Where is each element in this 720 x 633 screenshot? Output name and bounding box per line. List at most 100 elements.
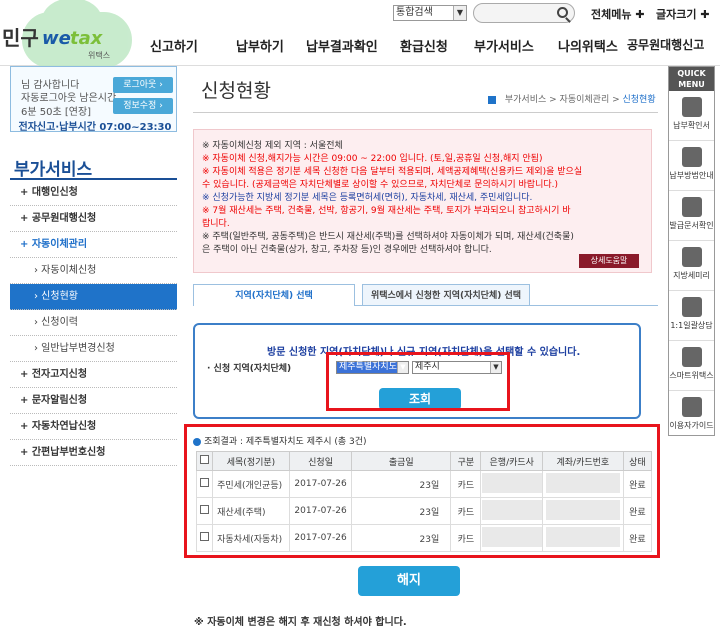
cell-bank bbox=[480, 470, 544, 498]
top-header: 민구 we tax 위택스 통합검색 ▼ 전체메뉴 ✚ 글자크기 ✚ 신고하기 … bbox=[0, 0, 720, 68]
cancel-button[interactable]: 해지 bbox=[358, 566, 460, 596]
masked-account bbox=[545, 499, 620, 520]
sidebar-item-sms[interactable]: + 문자알림신청 bbox=[10, 388, 177, 414]
tab-divider bbox=[355, 305, 658, 306]
table-row: 재산세(주택) 2017-07-26 23일 카드 완료 bbox=[195, 497, 653, 525]
tab-applied-region[interactable]: 위택스에서 신청한 지역(자치단체) 선택 bbox=[362, 284, 530, 306]
sidebar-item-general-change[interactable]: › 일반납부변경신청 bbox=[10, 336, 177, 362]
edit-info-button[interactable]: 정보수정 › bbox=[113, 98, 173, 114]
breadcrumb-item[interactable]: 부가서비스 bbox=[505, 95, 546, 105]
sidebar-item-easy-pay-number[interactable]: + 간편납부번호신청 bbox=[10, 440, 177, 466]
table-header-row: 세목(정기분) 신청일 출금일 구분 은행/카드사 계좌/카드번호 상태 bbox=[195, 451, 653, 471]
quick-item-pay-guide[interactable]: 납부방법안내 bbox=[669, 141, 714, 191]
auto-logout-label: 자동로그아웃 남은시간 bbox=[21, 93, 117, 104]
cell-bank bbox=[480, 497, 544, 525]
sidebar-item-official-proxy[interactable]: + 공무원대행신청 bbox=[10, 206, 177, 232]
nav-pay[interactable]: 납부하기 bbox=[236, 36, 284, 55]
table-row: 주민세(개인균등) 2017-07-26 23일 카드 완료 bbox=[195, 470, 653, 498]
quick-item-doc-check[interactable]: 발급문서확인 bbox=[669, 191, 714, 241]
quick-item-consult[interactable]: 1:1일괄상담 bbox=[669, 291, 714, 341]
nav-my-wetax[interactable]: 나의위택스 bbox=[558, 36, 618, 55]
sidebar-item-car-annual[interactable]: + 자동차연납신청 bbox=[10, 414, 177, 440]
quick-item-smart[interactable]: 스마트위택스 bbox=[669, 341, 714, 391]
nav-pay-result[interactable]: 납부결과확인 bbox=[306, 36, 378, 55]
search-input[interactable] bbox=[473, 3, 575, 23]
cell-day: 23일 bbox=[419, 534, 440, 545]
cell-type: 카드 bbox=[450, 497, 482, 525]
col-account: 계좌/카드번호 bbox=[542, 451, 624, 471]
certificate-icon bbox=[681, 197, 702, 217]
cell-account bbox=[542, 497, 624, 525]
nav-report[interactable]: 신고하기 bbox=[150, 36, 198, 55]
sidebar-title: 부가서비스 bbox=[14, 160, 93, 180]
tab-region-select[interactable]: 지역(자치단체) 선택 bbox=[193, 284, 355, 306]
sidebar-item-auto-transfer-apply[interactable]: › 자동이체신청 bbox=[10, 258, 177, 284]
col-bank: 은행/카드사 bbox=[480, 451, 544, 471]
notice-line: ※ 신청가능한 지방세 정기분 세목은 등록면허세(면허), 자동차세, 재산세… bbox=[202, 193, 533, 203]
cell-tax: 재산세(주택) bbox=[212, 497, 290, 525]
logo-subtitle: 위택스 bbox=[88, 51, 111, 60]
cell-status: 완료 bbox=[622, 524, 653, 552]
region-select-label: · 신청 지역(자치단체) bbox=[207, 364, 292, 374]
notice-line: 수 있습니다. (공제금액은 자치단체별로 상이할 수 있으므로, 자치단체로 … bbox=[202, 180, 558, 190]
col-apply-date: 신청일 bbox=[288, 451, 353, 471]
row-checkbox[interactable] bbox=[200, 505, 210, 514]
col-check[interactable] bbox=[195, 451, 214, 471]
result-table: 세목(정기분) 신청일 출금일 구분 은행/카드사 계좌/카드번호 상태 주민세… bbox=[195, 451, 653, 552]
book-icon bbox=[681, 397, 702, 417]
cell-day: 23일 bbox=[419, 507, 440, 518]
sidebar-item-e-notice[interactable]: + 전자고지신청 bbox=[10, 362, 177, 388]
quick-item-preview[interactable]: 지방세미리 bbox=[669, 241, 714, 291]
nav-refund[interactable]: 환급신청 bbox=[400, 36, 448, 55]
page-title: 신청현황 bbox=[201, 80, 271, 102]
home-icon[interactable] bbox=[488, 95, 496, 104]
bottom-note: ※ 자동이체 변경은 해지 후 재신청 하셔야 합니다. bbox=[194, 617, 407, 628]
highlight-frame-region bbox=[326, 352, 510, 411]
calculator-icon bbox=[681, 247, 702, 267]
search-icon[interactable] bbox=[557, 7, 568, 18]
sidebar-item-status[interactable]: › 신청현황 bbox=[10, 284, 177, 310]
cell-tax: 자동차세(자동차) bbox=[212, 524, 290, 552]
logo[interactable]: 민구 we tax 위택스 bbox=[0, 0, 150, 68]
font-size-link[interactable]: 글자크기 ✚ bbox=[656, 6, 710, 22]
notice-box: ※ 자동이체신청 제외 지역 : 서울전체 ※ 자동이체 신청,해지가능 시간은… bbox=[193, 129, 652, 273]
nav-official-proxy[interactable]: 공무원대행신고 bbox=[627, 36, 704, 53]
notice-line: 랍니다. bbox=[202, 219, 230, 229]
cell-bank bbox=[480, 524, 544, 552]
breadcrumb: 부가서비스 > 자동이체관리 > 신청현황 bbox=[488, 92, 656, 105]
search-scope-select[interactable]: 통합검색 ▼ bbox=[393, 5, 467, 21]
bullet-icon bbox=[193, 437, 201, 446]
masked-bank bbox=[481, 472, 542, 493]
col-withdraw-day: 출금일 bbox=[351, 451, 452, 471]
sidebar-item-auto-transfer[interactable]: + 자동이체관리 bbox=[10, 232, 177, 258]
breadcrumb-item[interactable]: 자동이체관리 bbox=[560, 95, 610, 105]
document-icon bbox=[681, 147, 702, 167]
row-checkbox[interactable] bbox=[200, 478, 210, 487]
select-all-checkbox[interactable] bbox=[200, 455, 210, 464]
logout-button[interactable]: 로그아웃 › bbox=[113, 77, 173, 93]
all-menu-link[interactable]: 전체메뉴 ✚ bbox=[591, 6, 645, 22]
quick-menu-header: QUICK MENU bbox=[669, 67, 714, 91]
notice-line: ※ 자동이체 적용은 정기분 세목 신청한 다음 달부터 적용되며, 세액공제혜… bbox=[202, 167, 583, 177]
chevron-down-icon: ▼ bbox=[453, 6, 466, 20]
sidebar-item-proxy[interactable]: + 대행인신청 bbox=[10, 180, 177, 206]
row-checkbox[interactable] bbox=[200, 532, 210, 541]
result-title: 조회결과 : 제주특별자치도 제주시 (총 3건) bbox=[193, 434, 367, 447]
logo-text: 민구 bbox=[2, 26, 39, 50]
breadcrumb-current: 신청현황 bbox=[622, 95, 656, 105]
notice-line: ※ 7월 재산세는 주택, 건축물, 선박, 항공기, 9월 재산세는 주택, … bbox=[202, 206, 571, 216]
quick-item-receipt[interactable]: 납부확인서 bbox=[669, 91, 714, 141]
detail-help-button[interactable]: 상세도움말 bbox=[579, 254, 639, 268]
cell-status: 완료 bbox=[622, 470, 653, 498]
nav-extra-service[interactable]: 부가서비스 bbox=[474, 36, 534, 55]
masked-account bbox=[545, 472, 620, 493]
cell-tax: 주민세(개인균등) bbox=[212, 470, 290, 498]
cell-status: 완료 bbox=[622, 497, 653, 525]
notice-line: 은 주택이 아닌 건축물(상가, 창고, 주차장 등)인 경우에만 선택하셔야 … bbox=[202, 245, 492, 255]
remaining-time[interactable]: 6분 50초 [연장] bbox=[21, 103, 91, 118]
sidebar-item-history[interactable]: › 신청이력 bbox=[10, 310, 177, 336]
notice-line: ※ 자동이체신청 제외 지역 : 서울전체 bbox=[202, 141, 343, 151]
quick-item-guide[interactable]: 이용자가이드 bbox=[669, 391, 714, 441]
quick-menu: QUICK MENU 납부확인서 납부방법안내 발급문서확인 지방세미리 1:1일… bbox=[668, 66, 715, 436]
masked-bank bbox=[481, 526, 542, 547]
